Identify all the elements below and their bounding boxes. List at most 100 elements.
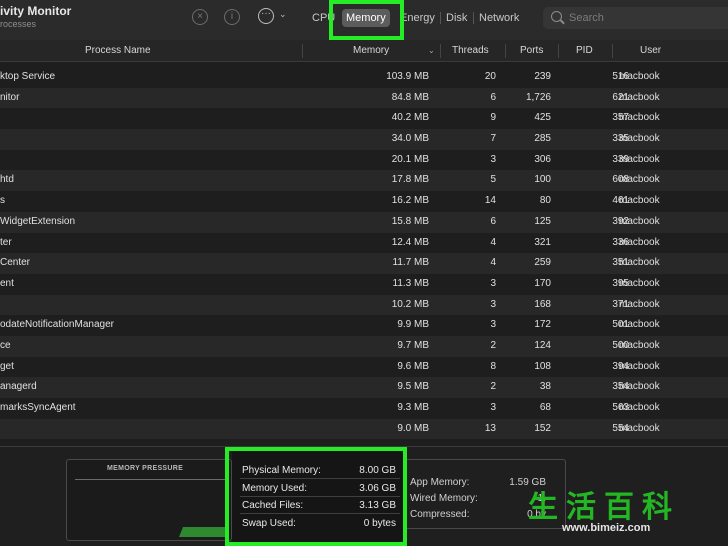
table-row[interactable]: odateNotificationManager 9.9 MB 3 172 501 mac… xyxy=(0,315,728,336)
process-name-cell: ter xyxy=(0,236,12,248)
column-header-ports[interactable]: Ports xyxy=(520,40,543,62)
memory-cell: 11.3 MB xyxy=(392,277,430,289)
memory-cell: 9.6 MB xyxy=(397,360,429,372)
process-name-cell xyxy=(0,150,300,171)
chevron-down-icon[interactable]: ⌄ xyxy=(424,40,435,62)
ports-cell: 124 xyxy=(534,339,551,351)
breakdown-label: Wired Memory: xyxy=(410,493,478,504)
table-row[interactable]: marksSyncAgent 9.3 MB 3 68 563 macbook xyxy=(0,398,728,419)
table-header: Process Name Memory ⌄ Threads Ports PID … xyxy=(0,40,728,62)
table-row[interactable]: ent 11.3 MB 3 170 395 macbook xyxy=(0,274,728,295)
process-name-cell: get xyxy=(0,360,14,372)
x-circle-icon[interactable]: × xyxy=(192,9,208,25)
threads-cell: 9 xyxy=(490,112,496,124)
process-name-cell xyxy=(0,108,300,129)
table-row[interactable]: get 9.6 MB 8 108 394 macbook xyxy=(0,357,728,378)
memory-cell: 34.0 MB xyxy=(391,133,429,145)
stat-label: Physical Memory: xyxy=(242,465,321,476)
ports-cell: 285 xyxy=(534,133,551,145)
threads-cell: 2 xyxy=(490,339,496,351)
memory-pressure-graph: MEMORY PRESSURE xyxy=(66,459,232,541)
column-divider xyxy=(302,44,303,58)
table-row[interactable]: ce 9.7 MB 2 124 500 macbook xyxy=(0,335,728,357)
table-row[interactable]: s 16.2 MB 14 80 461 macbook xyxy=(0,191,728,212)
memory-cell: 103.9 MB xyxy=(386,71,429,82)
stat-swap-used: Swap Used: 0 bytes xyxy=(240,515,400,532)
table-row[interactable]: WidgetExtension 15.8 MB 6 125 392 macbook xyxy=(0,211,728,233)
user-cell: macbook xyxy=(619,360,660,372)
column-header-user[interactable]: User xyxy=(640,40,661,62)
ports-cell: 239 xyxy=(534,71,551,82)
threads-cell: 13 xyxy=(484,422,496,434)
table-row[interactable]: 9.0 MB 13 152 554 macbook xyxy=(0,418,728,440)
memory-cell: 40.2 MB xyxy=(391,112,429,124)
column-header-memory-label: Memory xyxy=(353,45,390,56)
user-cell: macbook xyxy=(619,236,660,248)
graph-baseline xyxy=(75,479,225,480)
ports-cell: 108 xyxy=(534,360,551,372)
stat-physical-memory: Physical Memory: 8.00 GB xyxy=(240,462,400,479)
table-row[interactable]: anagerd 9.5 MB 2 38 354 macbook xyxy=(0,377,728,398)
memory-cell: 9.3 MB xyxy=(397,402,429,413)
ports-cell: 306 xyxy=(534,153,551,165)
watermark-logo: 生活百科 xyxy=(528,490,680,525)
stat-value: 3.13 GB xyxy=(359,500,396,511)
user-cell: macbook xyxy=(619,277,660,289)
ports-cell: 425 xyxy=(534,112,551,124)
process-name-cell xyxy=(0,419,300,440)
stat-value: 3.06 GB xyxy=(359,483,396,494)
process-name-cell: s xyxy=(0,195,5,207)
stat-label: Cached Files: xyxy=(242,500,304,511)
threads-cell: 4 xyxy=(490,257,496,269)
ports-cell: 172 xyxy=(534,319,551,331)
more-actions-button[interactable]: ··· ⌄ xyxy=(258,8,290,26)
table-row[interactable]: ktop Service 103.9 MB 20 239 516 macbook xyxy=(0,67,728,88)
tab-disk[interactable]: Disk xyxy=(446,9,467,27)
user-cell: macbook xyxy=(619,112,660,124)
info-circle-icon[interactable]: i xyxy=(224,9,240,25)
threads-cell: 3 xyxy=(490,298,496,310)
table-row[interactable]: ter 12.4 MB 4 321 336 macbook xyxy=(0,233,728,254)
process-table: ktop Service 103.9 MB 20 239 516 macbook nitor… xyxy=(0,67,728,440)
search-input[interactable] xyxy=(569,10,719,26)
table-row[interactable]: 34.0 MB 7 285 335 macbook xyxy=(0,129,728,150)
ports-cell: 38 xyxy=(539,381,551,393)
process-name-cell: marksSyncAgent xyxy=(0,402,76,413)
breakdown-label: App Memory: xyxy=(410,477,470,488)
table-row[interactable]: Center 11.7 MB 4 259 351 macbook xyxy=(0,253,728,274)
watermark-url: www.bimeiz.com xyxy=(562,522,651,534)
memory-cell: 11.7 MB xyxy=(392,257,430,269)
column-header-process-name[interactable]: Process Name xyxy=(85,40,151,62)
chevron-down-icon: ⌄ xyxy=(279,9,287,19)
tab-divider xyxy=(473,12,474,24)
column-header-threads[interactable]: Threads xyxy=(452,40,489,62)
table-row[interactable]: nitor 84.8 MB 6 1,726 621 macbook xyxy=(0,87,728,109)
tab-network[interactable]: Network xyxy=(479,9,519,27)
threads-cell: 14 xyxy=(484,195,496,207)
process-name-cell xyxy=(0,129,300,150)
toolbar: ivity Monitor rocesses × i ··· ⌄ CPU Mem… xyxy=(0,0,728,40)
user-cell: macbook xyxy=(619,257,660,269)
tab-cpu[interactable]: CPU xyxy=(312,9,335,27)
user-cell: macbook xyxy=(619,381,660,393)
threads-cell: 7 xyxy=(490,133,496,145)
table-row[interactable]: 10.2 MB 3 168 371 macbook xyxy=(0,294,728,316)
column-header-memory[interactable]: Memory xyxy=(353,40,389,62)
user-cell: macbook xyxy=(619,215,660,227)
process-name-cell: ktop Service xyxy=(0,71,56,82)
column-header-pid[interactable]: PID xyxy=(576,40,593,62)
table-row[interactable]: htd 17.8 MB 5 100 608 macbook xyxy=(0,170,728,192)
memory-cell: 17.8 MB xyxy=(391,174,429,186)
tab-memory[interactable]: Memory xyxy=(342,9,390,27)
tab-energy[interactable]: Energy xyxy=(400,9,435,27)
ports-cell: 259 xyxy=(534,257,551,269)
threads-cell: 5 xyxy=(490,174,496,186)
user-cell: macbook xyxy=(619,174,660,186)
process-name-cell: nitor xyxy=(0,91,20,103)
stat-value: 8.00 GB xyxy=(359,465,396,476)
memory-cell: 10.2 MB xyxy=(391,298,429,310)
table-row[interactable]: 40.2 MB 9 425 357 macbook xyxy=(0,108,728,129)
search-box[interactable] xyxy=(543,7,728,29)
table-row[interactable]: 20.1 MB 3 306 339 macbook xyxy=(0,150,728,171)
column-divider xyxy=(612,44,613,58)
